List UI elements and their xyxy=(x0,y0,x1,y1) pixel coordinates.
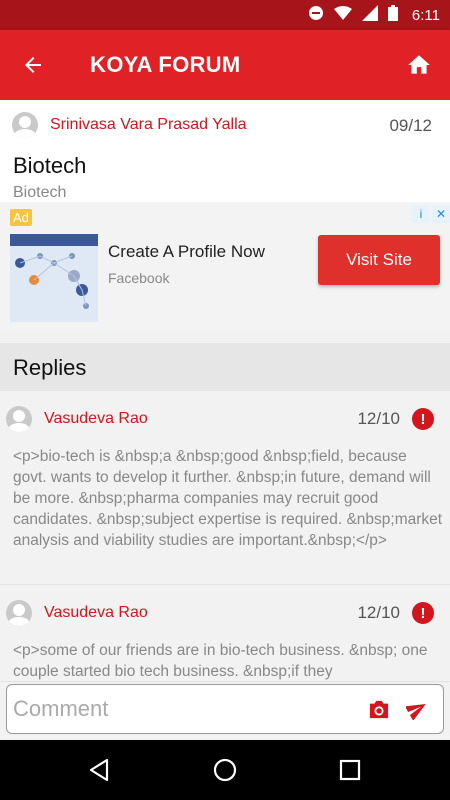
camera-icon xyxy=(369,700,389,719)
ad-banner[interactable]: Ad i ✕ Create A Profile Now Facebook Vis… xyxy=(0,202,450,330)
nav-home-button[interactable] xyxy=(210,755,240,785)
original-post: Srinivasa Vara Prasad Yalla 09/12 Biotec… xyxy=(0,100,450,202)
close-icon[interactable]: ✕ xyxy=(432,205,450,223)
info-icon[interactable]: i xyxy=(412,205,430,223)
nav-back-icon xyxy=(89,758,109,782)
back-arrow-icon xyxy=(25,57,41,73)
signal-icon xyxy=(361,5,378,25)
reply-date: 12/10 xyxy=(357,409,400,428)
page-title: KOYA FORUM xyxy=(90,52,241,77)
post-title: Biotech xyxy=(13,153,87,178)
wifi-icon xyxy=(333,6,352,24)
nav-back-button[interactable] xyxy=(84,755,114,785)
ad-choices[interactable]: i ✕ xyxy=(412,205,450,223)
dnd-icon xyxy=(308,5,324,25)
nav-recents-icon xyxy=(339,759,361,781)
status-bar: 6:11 xyxy=(0,0,450,30)
avatar xyxy=(6,406,32,432)
reply-author[interactable]: Vasudeva Rao xyxy=(44,410,148,428)
home-icon xyxy=(408,55,430,74)
camera-button[interactable] xyxy=(367,699,391,721)
ad-image[interactable] xyxy=(10,234,98,322)
reply-item: Vasudeva Rao 12/10 ! <p>some of our frie… xyxy=(0,586,450,682)
nav-home-icon xyxy=(213,758,237,782)
reply-body: <p>bio-tech is &nbsp;a &nbsp;good &nbsp;… xyxy=(13,448,443,549)
replies-section-header: Replies xyxy=(0,343,450,391)
report-icon[interactable]: ! xyxy=(412,408,434,430)
nav-recents-button[interactable] xyxy=(335,755,365,785)
system-nav-bar xyxy=(0,740,450,800)
replies-title: Replies xyxy=(13,355,87,380)
post-author[interactable]: Srinivasa Vara Prasad Yalla xyxy=(50,116,247,134)
reply-date: 12/10 xyxy=(357,603,400,622)
comment-composer xyxy=(6,684,444,734)
reply-item: Vasudeva Rao 12/10 ! <p>bio-tech is &nbs… xyxy=(0,392,450,585)
visit-site-button[interactable]: Visit Site xyxy=(318,235,440,285)
report-icon[interactable]: ! xyxy=(412,602,434,624)
back-button[interactable] xyxy=(16,48,50,82)
post-date: 09/12 xyxy=(389,116,432,135)
ad-badge: Ad xyxy=(10,209,32,226)
battery-icon xyxy=(387,5,398,25)
home-button[interactable] xyxy=(402,48,436,82)
reply-author[interactable]: Vasudeva Rao xyxy=(44,604,148,622)
send-icon xyxy=(406,703,426,720)
send-button[interactable] xyxy=(405,697,429,721)
comment-input[interactable] xyxy=(13,693,353,725)
reply-body: <p>some of our friends are in bio-tech b… xyxy=(13,642,428,680)
status-time: 6:11 xyxy=(411,6,440,24)
avatar xyxy=(6,600,32,626)
ad-headline[interactable]: Create A Profile Now xyxy=(108,242,265,262)
app-bar: KOYA FORUM xyxy=(0,30,450,100)
ad-advertiser: Facebook xyxy=(108,270,170,286)
avatar xyxy=(12,112,38,138)
post-body: Biotech xyxy=(13,184,67,201)
